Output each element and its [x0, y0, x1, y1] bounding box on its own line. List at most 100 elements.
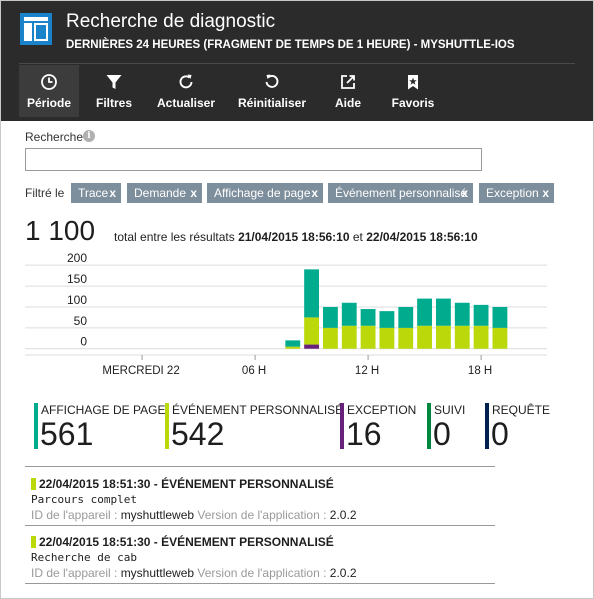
chart-bar — [436, 325, 451, 349]
chart-bar — [417, 325, 432, 349]
result-type-marker — [31, 536, 36, 548]
filter-chip-exception: Exception x — [479, 183, 554, 203]
stat-label: REQUÊTE — [492, 403, 551, 417]
close-icon[interactable]: x — [109, 183, 116, 203]
chart-bar — [492, 327, 508, 349]
total-to-date: 22/04/2015 18:56:10 — [366, 230, 478, 244]
result-title: 22/04/2015 18:51:30 - ÉVÉNEMENT PERSONNA… — [39, 477, 334, 491]
y-tick-label: 150 — [67, 272, 87, 286]
x-tick-label: 12 H — [355, 365, 379, 377]
y-tick-label: 50 — [74, 314, 88, 328]
reset-button-label: Réinitialiser — [237, 96, 307, 110]
help-button[interactable]: Aide — [329, 65, 367, 117]
chart-bar — [341, 325, 357, 349]
filters-button-label: Filtres — [95, 96, 132, 110]
favorites-button[interactable]: Favoris — [389, 65, 437, 117]
result-meta: ID de l'appareil : myshuttleweb Version … — [31, 508, 357, 522]
chart-bar — [492, 306, 508, 328]
period-button-label: Période — [26, 96, 71, 110]
chart-bar — [360, 309, 376, 326]
close-icon[interactable]: x — [542, 183, 549, 203]
info-icon[interactable]: i — [83, 130, 95, 142]
total-count: 1 100 — [25, 215, 96, 246]
chart-bar — [398, 306, 414, 328]
x-tick-label: 18 H — [468, 365, 492, 377]
stat-color-bar — [165, 403, 169, 449]
result-message: Parcours complet — [31, 493, 137, 506]
close-icon[interactable]: x — [311, 183, 318, 203]
stat-value: 0 — [491, 416, 509, 452]
device-value: myshuttleweb — [120, 508, 195, 522]
refresh-button[interactable]: Actualiser — [152, 65, 220, 117]
y-tick-label: 100 — [67, 293, 87, 307]
funnel-icon — [106, 75, 122, 89]
filter-chip-label: Affichage de page — [214, 186, 311, 200]
chart-bar — [379, 311, 395, 328]
chart-bar — [323, 306, 338, 328]
result-message: Recherche de cab — [31, 551, 137, 564]
version-label: Version de l'application : — [197, 566, 327, 580]
total-and-word: et — [352, 230, 363, 244]
undo-icon — [265, 74, 279, 88]
blade: Recherche de diagnostic DERNIÈRES 24 HEU… — [0, 0, 594, 599]
stat-value: 542 — [171, 416, 225, 452]
filter-chip-label: Trace — [78, 186, 109, 200]
stat-color-bar — [485, 403, 489, 449]
device-value: myshuttleweb — [120, 566, 195, 580]
chart-bar — [285, 340, 301, 347]
chart-bar — [473, 304, 489, 326]
chart-bar — [304, 344, 319, 349]
chart-bar — [323, 327, 338, 349]
refresh-button-label: Actualiser — [156, 96, 216, 110]
search-label: Recherche — [25, 130, 84, 144]
reset-button[interactable]: Réinitialiser — [235, 65, 309, 117]
stat-label: AFFICHAGE DE PAGE — [41, 403, 166, 417]
chart-bar — [417, 298, 432, 326]
stat-color-bar — [340, 403, 344, 449]
filter-label: Filtré le — [25, 186, 65, 200]
y-tick-label: 200 — [67, 251, 87, 265]
events-chart[interactable]: 0 50 100 150 200 MERCREDI 22 06 H 12 H 18 H — [1, 251, 594, 386]
stat-value: 0 — [433, 416, 451, 452]
stat-label: EXCEPTION — [347, 403, 417, 417]
filters-button[interactable]: Filtres — [85, 65, 143, 117]
result-item[interactable]: 22/04/2015 18:51:30 - ÉVÉNEMENT PERSONNA… — [25, 467, 495, 527]
version-label: Version de l'application : — [197, 508, 327, 522]
close-icon[interactable]: x — [461, 183, 468, 203]
stat-color-bar — [427, 403, 431, 449]
chart-bar — [304, 317, 319, 345]
stat-value: 16 — [346, 416, 382, 452]
device-label: ID de l'appareil : — [31, 566, 118, 580]
device-label: ID de l'appareil : — [31, 508, 118, 522]
filter-chip-label: Demande — [134, 186, 187, 200]
stat-value: 561 — [40, 416, 94, 452]
result-divider — [25, 583, 495, 584]
header-divider — [19, 63, 575, 64]
bookmark-star-icon — [408, 75, 418, 90]
period-button[interactable]: Période — [19, 65, 79, 117]
search-blade-icon — [20, 13, 52, 45]
total-text-prefix: total entre les résultats — [114, 230, 235, 244]
favorites-button-label: Favoris — [391, 96, 435, 110]
x-tick-label: MERCREDI 22 — [102, 365, 179, 377]
result-item[interactable]: 22/04/2015 18:51:30 - ÉVÉNEMENT PERSONNA… — [25, 525, 495, 585]
external-link-icon — [341, 75, 355, 89]
chart-bar — [398, 327, 414, 349]
blade-header: Recherche de diagnostic DERNIÈRES 24 HEU… — [1, 1, 593, 121]
chart-bar — [341, 302, 357, 326]
stat-color-bar — [34, 403, 38, 449]
chart-bar — [473, 325, 489, 349]
page-title: Recherche de diagnostic — [66, 11, 276, 32]
close-icon[interactable]: x — [190, 183, 197, 203]
y-tick-label: 0 — [80, 335, 87, 349]
search-input[interactable] — [25, 148, 482, 171]
chart-bar — [379, 327, 395, 349]
version-value: 2.0.2 — [329, 566, 357, 580]
chart-bar — [454, 325, 470, 349]
chart-bar — [285, 346, 301, 349]
clock-icon — [41, 74, 57, 90]
total-description: total entre les résultats 21/04/2015 18:… — [114, 230, 478, 244]
result-meta: ID de l'appareil : myshuttleweb Version … — [31, 566, 357, 580]
filter-chip-trace: Trace x — [71, 183, 121, 203]
filter-chip-request: Demande x — [127, 183, 202, 203]
